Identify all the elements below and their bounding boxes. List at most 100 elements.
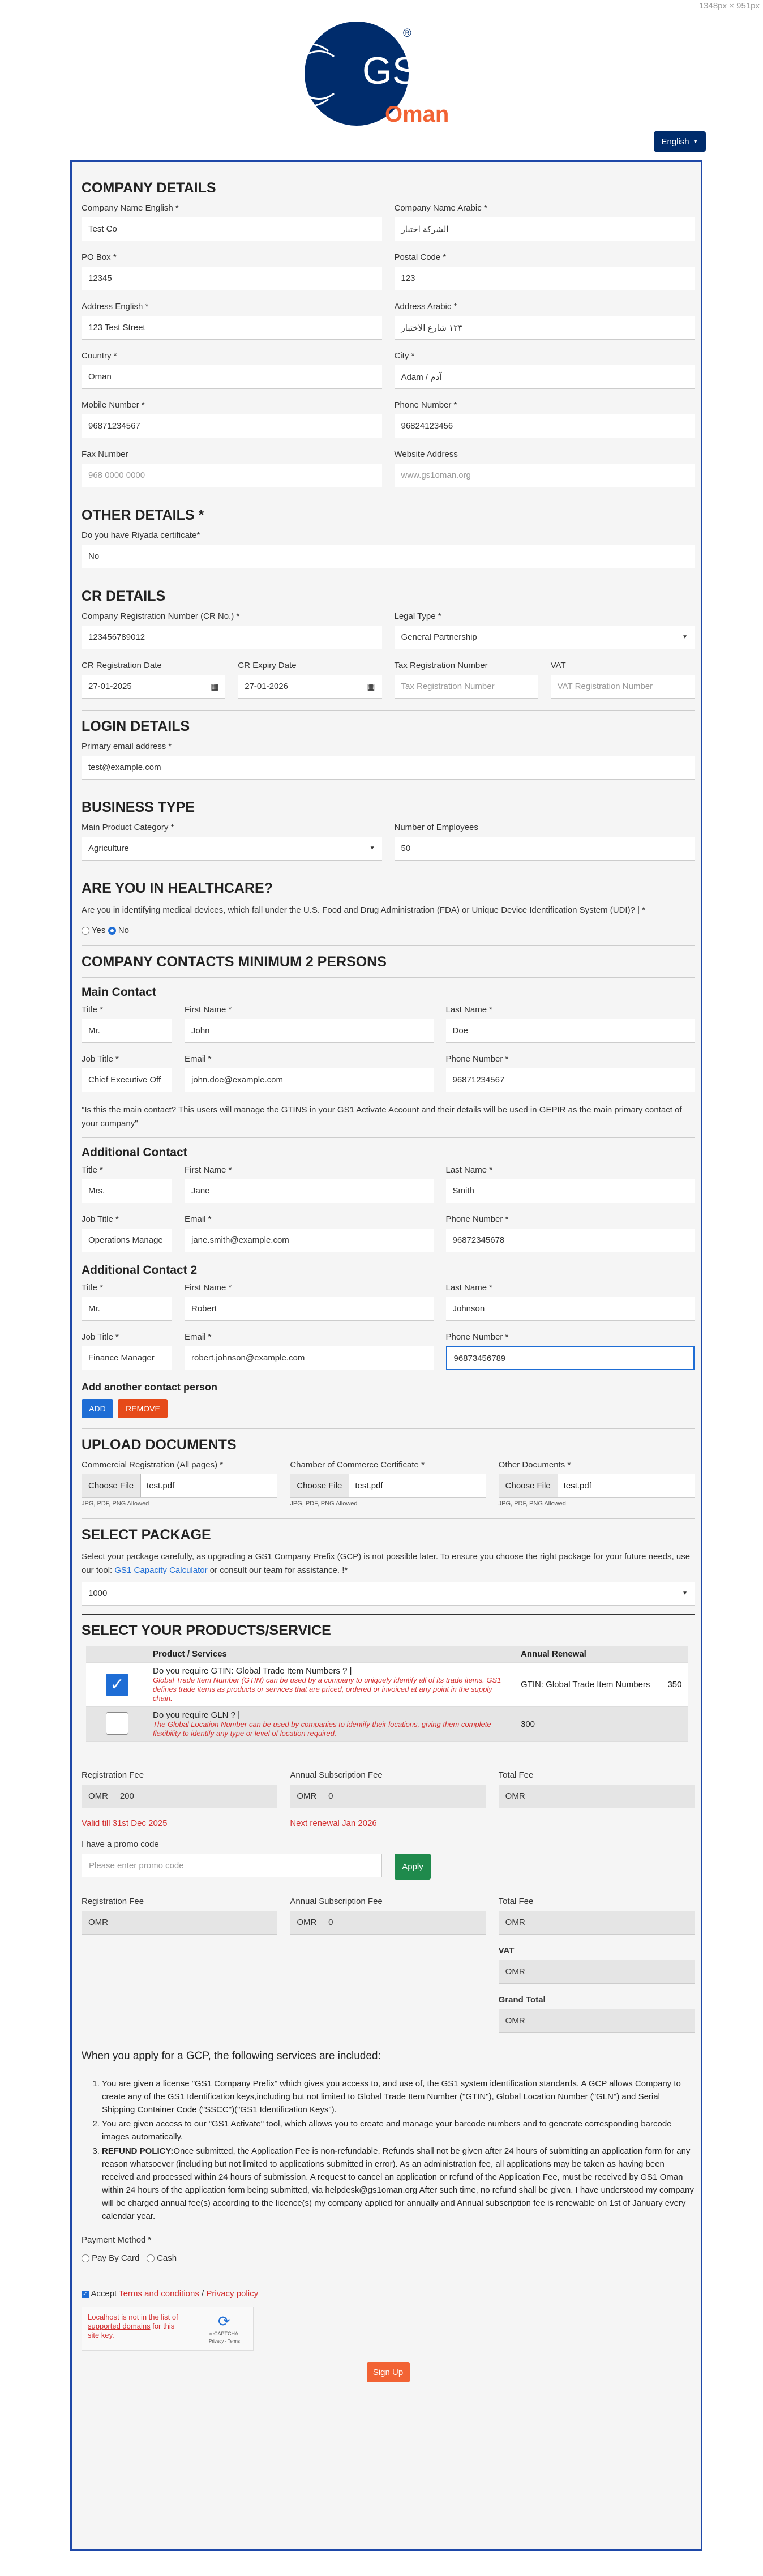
cc-file-input[interactable]: Choose File test.pdf: [290, 1474, 486, 1498]
country-input[interactable]: Oman: [82, 365, 382, 389]
promo-code-input[interactable]: Please enter promo code: [82, 1854, 382, 1877]
label-title: Title *: [82, 1165, 103, 1175]
privacy-link[interactable]: Privacy policy: [206, 2289, 258, 2299]
add2-job-title-input[interactable]: Finance Manager: [82, 1346, 172, 1370]
terms-link[interactable]: Terms and conditions: [119, 2289, 199, 2299]
main-email-input[interactable]: john.doe@example.com: [185, 1068, 434, 1092]
phone-input[interactable]: 96824123456: [394, 414, 695, 438]
choose-file-button[interactable]: Choose File: [82, 1474, 142, 1497]
cr-number-input[interactable]: 123456789012: [82, 626, 382, 649]
address-en-input[interactable]: 123 Test Street: [82, 316, 382, 340]
legal-type-select[interactable]: General Partnership ▼: [394, 626, 695, 649]
add2-phone-input[interactable]: 96873456789: [445, 1346, 695, 1370]
gtin-amount: 350: [663, 1662, 688, 1707]
main-first-name-input[interactable]: John: [185, 1019, 434, 1043]
package-select[interactable]: 1000 ▼: [82, 1582, 695, 1606]
table-row: Do you require GLN ? | The Global Locatio…: [86, 1706, 688, 1742]
other-file-input[interactable]: Choose File test.pdf: [498, 1474, 695, 1498]
allowed-types: JPG, PDF, PNG Allowed: [498, 1500, 566, 1507]
add-email-input[interactable]: jane.smith@example.com: [185, 1229, 434, 1252]
cr-expiry-date-input[interactable]: 27-01-2026 ▦: [238, 675, 382, 699]
main-job-title-input[interactable]: Chief Executive Off: [82, 1068, 172, 1092]
pobox-input[interactable]: 12345: [82, 267, 382, 290]
postal-code-input[interactable]: 123: [394, 267, 695, 290]
company-name-en-input[interactable]: Test Co: [82, 217, 382, 241]
add-title-input[interactable]: Mrs.: [82, 1179, 172, 1203]
label-expdate: CR Expiry Date: [238, 661, 297, 670]
legal-type-value: General Partnership: [401, 632, 477, 642]
language-dropdown[interactable]: English ▼: [654, 131, 706, 152]
cr-registration-date-input[interactable]: 27-01-2025 ▦: [82, 675, 226, 699]
pay-card-radio[interactable]: [82, 2254, 89, 2263]
main-title-input[interactable]: Mr.: [82, 1019, 172, 1043]
main-contact-title: Main Contact: [82, 986, 156, 999]
label-grand-total: Grand Total: [498, 1995, 546, 2005]
recaptcha-widget[interactable]: Localhost is not in the list of supporte…: [82, 2307, 254, 2351]
main-last-name-input[interactable]: Doe: [445, 1019, 695, 1043]
label-name-en: Company Name English *: [82, 203, 179, 213]
add2-last-name-input[interactable]: Johnson: [445, 1297, 695, 1321]
label-address-en: Address English *: [82, 302, 149, 311]
label-vat-fee: VAT: [498, 1946, 515, 1955]
primary-email-input[interactable]: test@example.com: [82, 756, 695, 780]
main-phone-input[interactable]: 96871234567: [445, 1068, 695, 1092]
gln-checkbox[interactable]: [106, 1711, 128, 1735]
label-postal: Postal Code *: [394, 253, 447, 262]
fax-input[interactable]: 968 0000 0000: [82, 464, 382, 487]
recaptcha-domains-link[interactable]: supported domains: [88, 2322, 151, 2330]
address-ar-input[interactable]: ١٢٣ شارع الاختبار: [394, 316, 695, 340]
gln-desc: The Global Location Number can be used b…: [153, 1720, 491, 1738]
section-title-company: COMPANY DETAILS: [82, 180, 216, 196]
add-contact-button[interactable]: ADD: [82, 1399, 113, 1418]
annual-fee-value-2: 0: [328, 1918, 333, 1927]
package-value: 1000: [88, 1589, 108, 1598]
sign-up-button[interactable]: Sign Up: [366, 2362, 410, 2382]
employees-input[interactable]: 50: [394, 837, 695, 861]
add2-first-name-input[interactable]: Robert: [185, 1297, 434, 1321]
capacity-calculator-link[interactable]: GS1 Capacity Calculator: [114, 1565, 207, 1575]
tax-number-input[interactable]: Tax Registration Number: [394, 675, 538, 699]
section-title-business: BUSINESS TYPE: [82, 799, 195, 815]
apply-promo-button[interactable]: Apply: [395, 1854, 431, 1880]
divider: [82, 1428, 695, 1429]
recaptcha-brand: reCAPTCHA: [209, 2331, 239, 2337]
recaptcha-icon: ⟳: [218, 2313, 230, 2330]
accept-checkbox[interactable]: ✓: [82, 2290, 89, 2298]
vat-number-input[interactable]: VAT Registration Number: [550, 675, 695, 699]
label-annual-fee: Annual Subscription Fee: [290, 1770, 383, 1780]
add-last-name-input[interactable]: Smith: [445, 1179, 695, 1203]
recaptcha-error: Localhost is not in the list of supporte…: [88, 2313, 184, 2340]
add2-email-input[interactable]: robert.johnson@example.com: [185, 1346, 434, 1370]
label-job: Job Title *: [82, 1054, 119, 1064]
recaptcha-links: Privacy - Terms: [209, 2339, 240, 2344]
label-first: First Name *: [185, 1165, 232, 1175]
label-cc-doc: Chamber of Commerce Certificate *: [290, 1460, 425, 1470]
website-input[interactable]: www.gs1oman.org: [394, 464, 695, 487]
add-first-name-input[interactable]: Jane: [185, 1179, 434, 1203]
pay-cash-radio[interactable]: [146, 2254, 155, 2263]
add-job-title-input[interactable]: Operations Manage: [82, 1229, 172, 1252]
choose-file-button[interactable]: Choose File: [498, 1474, 558, 1497]
add2-title-input[interactable]: Mr.: [82, 1297, 172, 1321]
choose-file-button[interactable]: Choose File: [290, 1474, 350, 1497]
city-input[interactable]: Adam / آدم: [394, 365, 695, 389]
label-phone: Phone Number *: [445, 1214, 509, 1224]
label-email: Primary email address *: [82, 742, 172, 751]
refund-text: Once submitted, the Application Fee is n…: [102, 2146, 694, 2221]
remove-contact-button[interactable]: REMOVE: [118, 1399, 168, 1418]
gtin-checkbox[interactable]: ✓: [106, 1673, 128, 1696]
allowed-types: JPG, PDF, PNG Allowed: [290, 1500, 358, 1507]
gln-renewal: 300: [516, 1706, 663, 1742]
add-phone-input[interactable]: 96872345678: [445, 1229, 695, 1252]
mobile-input[interactable]: 96871234567: [82, 414, 382, 438]
company-name-ar-input[interactable]: الشركة اختبار: [394, 217, 695, 241]
product-category-select[interactable]: Agriculture ▼: [82, 837, 382, 861]
label-total-fee: Total Fee: [498, 1897, 534, 1906]
cr-file-input[interactable]: Choose File test.pdf: [82, 1474, 278, 1498]
section-title-other: OTHER DETAILS *: [82, 507, 204, 523]
currency: OMR: [88, 1791, 108, 1801]
healthcare-no-radio[interactable]: [108, 927, 116, 935]
healthcare-yes-radio[interactable]: [82, 927, 89, 935]
riyada-select[interactable]: No: [82, 545, 695, 568]
valid-till: Valid till 31st Dec 2025: [82, 1818, 168, 1828]
